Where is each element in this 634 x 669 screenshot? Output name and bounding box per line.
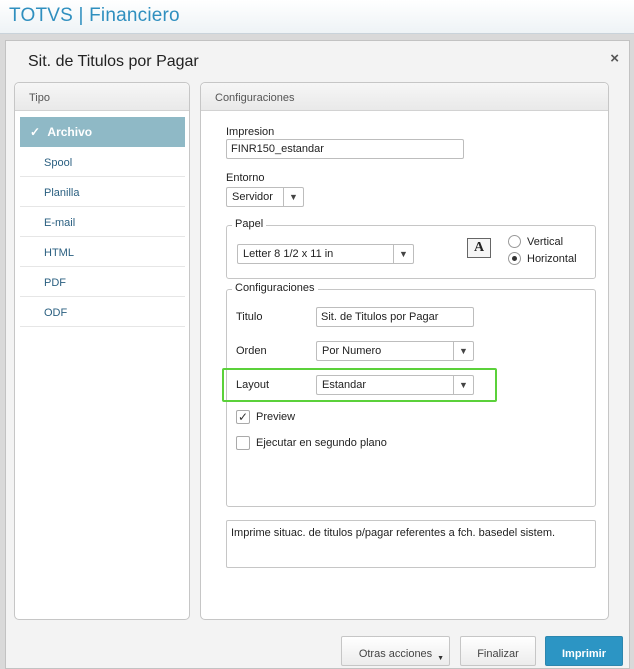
titulo-input[interactable]: Sit. de Titulos por Pagar	[316, 307, 474, 327]
impresion-input[interactable]: FINR150_estandar	[226, 139, 464, 159]
chevron-down-icon: ▼	[437, 655, 444, 662]
orden-value: Por Numero	[322, 345, 382, 357]
tipo-item-pdf[interactable]: PDF	[20, 267, 185, 297]
app-title: TOTVS | Financiero	[9, 5, 180, 26]
finalizar-button[interactable]: Finalizar	[460, 636, 536, 666]
imprimir-button[interactable]: Imprimir	[545, 636, 623, 666]
preview-label: Preview	[256, 411, 296, 423]
segundo-plano-label: Ejecutar en segundo plano	[256, 437, 387, 449]
chevron-down-icon: ▼	[453, 342, 473, 360]
papel-value: Letter 8 1/2 x 11 in	[243, 248, 334, 260]
tipo-header: Tipo	[15, 83, 189, 111]
app-header: TOTVS | Financiero	[0, 0, 634, 34]
close-icon[interactable]: ×	[610, 50, 619, 67]
tipo-item-email[interactable]: E-mail	[20, 207, 185, 237]
entorno-label: Entorno	[226, 172, 265, 184]
tipo-item-spool[interactable]: Spool	[20, 147, 185, 177]
horizontal-radio[interactable]	[508, 252, 521, 265]
horizontal-label: Horizontal	[527, 253, 577, 265]
chevron-down-icon: ▼	[453, 376, 473, 394]
layout-select[interactable]: Estandar ▼	[316, 375, 474, 395]
otras-acciones-label: Otras acciones	[358, 648, 433, 660]
paper-orientation-icon: A	[467, 238, 491, 258]
vertical-radio[interactable]	[508, 235, 521, 248]
orden-select[interactable]: Por Numero ▼	[316, 341, 474, 361]
chevron-down-icon: ▼	[283, 188, 303, 206]
vertical-label: Vertical	[527, 236, 564, 248]
tipo-item-archivo[interactable]: ✓ Archivo	[20, 117, 185, 147]
configuraciones-panel: Configuraciones Impresion FINR150_estand…	[200, 82, 609, 620]
papel-select[interactable]: Letter 8 1/2 x 11 in ▼	[237, 244, 414, 264]
tipo-item-planilla[interactable]: Planilla	[20, 177, 185, 207]
titulo-label: Titulo	[236, 311, 263, 323]
entorno-value: Servidor	[232, 191, 273, 203]
description-box: Imprime situac. de titulos p/pagar refer…	[226, 520, 596, 568]
layout-value: Estandar	[322, 379, 367, 391]
chevron-down-icon: ▼	[393, 245, 413, 263]
dialog-title: Sit. de Titulos por Pagar	[28, 53, 199, 70]
configuraciones-fieldset: Configuraciones Titulo Sit. de Titulos p…	[222, 282, 596, 507]
configuraciones-legend: Configuraciones	[232, 282, 318, 294]
tipo-item-label: Archivo	[47, 125, 93, 139]
tipo-list: ✓ Archivo Spool Planilla E-mail HTML PDF…	[20, 117, 185, 327]
papel-fieldset: Papel Letter 8 1/2 x 11 in ▼ A Vertical …	[226, 218, 596, 279]
papel-legend: Papel	[232, 218, 267, 230]
layout-label: Layout	[236, 379, 270, 391]
check-icon: ✓	[30, 125, 41, 139]
preview-checkbox[interactable]: ✓	[236, 410, 250, 424]
segundo-plano-checkbox[interactable]	[236, 436, 250, 450]
orden-label: Orden	[236, 345, 267, 357]
tipo-item-odf[interactable]: ODF	[20, 297, 185, 327]
otras-acciones-button[interactable]: Otras acciones ▼	[341, 636, 450, 666]
configuraciones-header: Configuraciones	[201, 83, 608, 111]
entorno-select[interactable]: Servidor ▼	[226, 187, 304, 207]
tipo-item-html[interactable]: HTML	[20, 237, 185, 267]
print-dialog: Sit. de Titulos por Pagar × Tipo ✓ Archi…	[5, 40, 630, 669]
tipo-panel: Tipo ✓ Archivo Spool Planilla E-mail HTM…	[14, 82, 190, 620]
impresion-label: Impresion	[226, 126, 275, 138]
